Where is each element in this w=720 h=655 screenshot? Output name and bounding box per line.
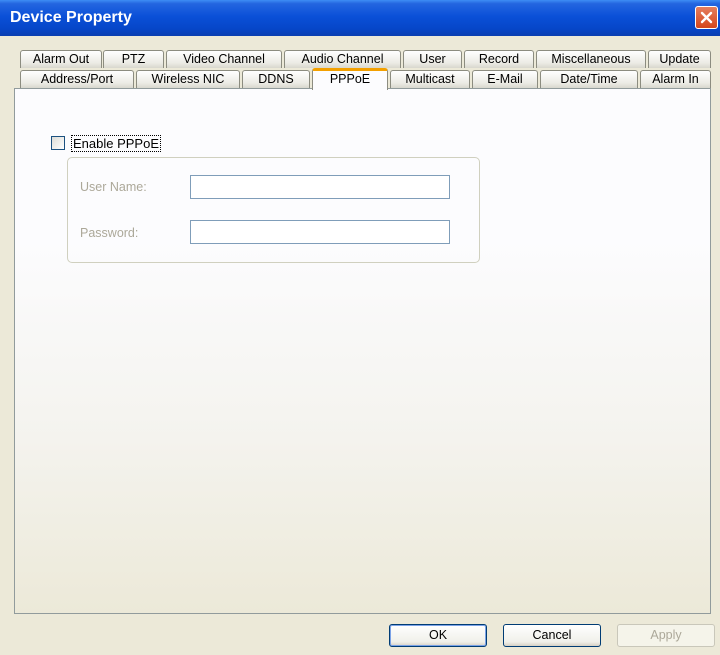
tab-ddns[interactable]: DDNS [242,70,310,88]
close-icon [700,11,713,24]
password-label: Password: [80,226,139,240]
username-input[interactable] [190,175,450,199]
title-bar: Device Property [0,0,720,36]
tab-wireless-nic[interactable]: Wireless NIC [136,70,240,88]
tab-email[interactable]: E-Mail [472,70,538,88]
tab-pppoe[interactable]: PPPoE [312,68,388,90]
enable-pppoe-checkbox[interactable] [51,136,65,150]
tab-address-port[interactable]: Address/Port [20,70,134,88]
ok-button[interactable]: OK [389,624,487,647]
tab-video-channel[interactable]: Video Channel [166,50,282,68]
tab-date-time[interactable]: Date/Time [540,70,638,88]
close-button[interactable] [695,6,718,29]
tab-miscellaneous[interactable]: Miscellaneous [536,50,646,68]
password-input[interactable] [190,220,450,244]
tab-alarm-in[interactable]: Alarm In [640,70,711,88]
tab-multicast[interactable]: Multicast [390,70,470,88]
enable-pppoe-label[interactable]: Enable PPPoE [71,135,162,152]
pppoe-credentials-group [67,157,480,263]
tab-user[interactable]: User [403,50,462,68]
tab-record[interactable]: Record [464,50,534,68]
tab-alarm-out[interactable]: Alarm Out [20,50,102,68]
tab-update[interactable]: Update [648,50,711,68]
apply-button[interactable]: Apply [617,624,715,647]
username-label: User Name: [80,180,147,194]
cancel-button[interactable]: Cancel [503,624,601,647]
window-title: Device Property [10,9,132,26]
tab-audio-channel[interactable]: Audio Channel [284,50,401,68]
tab-ptz[interactable]: PTZ [103,50,164,68]
